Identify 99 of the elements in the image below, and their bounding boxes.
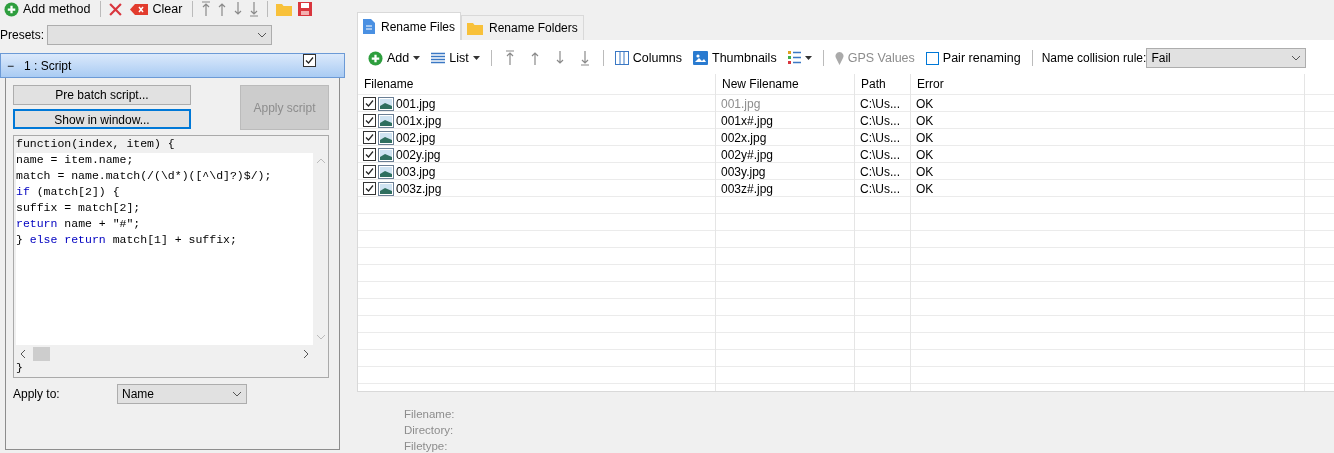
add-button[interactable]: Add <box>366 50 423 66</box>
clear-tag-icon <box>130 3 149 15</box>
plus-circle-icon <box>368 50 383 66</box>
table-cell: C:\Us... <box>860 112 900 129</box>
table-cell: 002y.jpg <box>396 146 441 163</box>
row-checkbox[interactable] <box>363 182 376 195</box>
enable-checkbox[interactable] <box>303 54 316 67</box>
code-line: match = name.match(/(\d*)([^\d]?)$/); <box>15 168 273 184</box>
delete-icon[interactable] <box>109 2 123 16</box>
move-up-icon[interactable] <box>217 1 228 17</box>
apply-to-label: Apply to: <box>13 386 61 403</box>
move-top-icon[interactable] <box>201 1 212 17</box>
table-cell: OK <box>916 129 934 146</box>
row-checkbox[interactable] <box>363 148 376 161</box>
caret-icon <box>804 56 812 60</box>
move-top-icon[interactable] <box>504 50 515 66</box>
caret-icon <box>472 56 480 60</box>
row-checkbox[interactable] <box>363 165 376 178</box>
table-cell: 003z#.jpg <box>721 180 774 197</box>
column-header[interactable]: Error <box>911 74 1305 95</box>
list-button[interactable]: List <box>429 50 482 66</box>
table-cell: C:\Us... <box>860 129 900 146</box>
column-header[interactable]: Path <box>855 74 911 95</box>
image-file-icon <box>378 147 394 162</box>
table-cell: OK <box>916 112 934 129</box>
table-cell: 002x.jpg <box>721 129 767 146</box>
table-cell: 001x.jpg <box>396 112 442 129</box>
row-checkbox[interactable] <box>363 131 376 144</box>
move-down-icon[interactable] <box>554 50 565 66</box>
detail-label: Directory: <box>404 423 455 438</box>
table-cell: 001.jpg <box>721 95 761 112</box>
code-line: if (match[2]) { <box>15 184 121 200</box>
save-icon[interactable] <box>298 2 313 16</box>
table-cell: C:\Us... <box>860 180 900 197</box>
view-button[interactable] <box>785 51 814 65</box>
column-header[interactable]: New Filename <box>716 74 855 95</box>
apply-to-dropdown[interactable]: Name <box>117 384 247 404</box>
pair-renaming-checkbox[interactable]: Pair renaming <box>923 50 1023 66</box>
table-cell: 001x#.jpg <box>721 112 774 129</box>
chevron-icon <box>257 32 267 38</box>
table-cell: 003z.jpg <box>396 180 442 197</box>
collision-rule-label: Name collision rule: <box>1041 50 1147 67</box>
image-file-icon <box>378 164 394 179</box>
detail-label: Filetype: <box>404 439 449 453</box>
move-bottom-icon[interactable] <box>579 50 590 66</box>
colored-list-icon <box>787 51 801 65</box>
columns-button[interactable]: Columns <box>612 50 685 66</box>
folder-icon <box>467 21 484 35</box>
columns-icon <box>614 51 629 65</box>
tab[interactable]: Rename Files <box>357 12 462 40</box>
table-cell: 003.jpg <box>396 163 436 180</box>
clear-button[interactable]: Clear <box>128 1 185 17</box>
caret-icon <box>413 56 421 60</box>
code-line: return name + "#"; <box>15 216 142 232</box>
list-icon <box>431 51 446 65</box>
table-cell: OK <box>916 95 934 112</box>
table-cell: OK <box>916 163 934 180</box>
chevron-icon <box>1291 55 1302 61</box>
image-file-icon <box>378 113 394 128</box>
image-file-icon <box>378 96 394 111</box>
code-line: suffix = match[2]; <box>15 200 142 216</box>
code-line: name = item.name; <box>15 152 135 168</box>
image-icon <box>693 51 709 65</box>
table-cell: OK <box>916 180 934 197</box>
table-cell: C:\Us... <box>860 163 900 180</box>
code-line: } else return match[1] + suffix; <box>15 232 238 248</box>
table-cell: 002.jpg <box>396 129 436 146</box>
detail-label: Filename: <box>404 407 456 422</box>
table-cell: 002y#.jpg <box>721 146 774 163</box>
method-title: 1 : Script <box>24 57 72 75</box>
table-cell: C:\Us... <box>860 146 900 163</box>
add-method-button[interactable]: Add method <box>2 1 93 17</box>
file-icon <box>363 19 375 34</box>
image-file-icon <box>378 181 394 196</box>
script-button[interactable]: Pre batch script... <box>13 85 191 105</box>
tab[interactable]: Rename Folders <box>461 15 584 40</box>
table-cell: 003y.jpg <box>721 163 766 180</box>
chevron-icon <box>232 391 242 397</box>
table-cell: 001.jpg <box>396 95 436 112</box>
table-cell: C:\Us... <box>860 95 900 112</box>
pin-icon <box>834 51 844 65</box>
image-file-icon <box>378 130 394 145</box>
move-up-icon[interactable] <box>529 50 540 66</box>
table-cell: OK <box>916 146 934 163</box>
script-button[interactable]: Show in window... <box>13 109 191 129</box>
code-line: function(index, item) { <box>15 136 176 152</box>
row-checkbox[interactable] <box>363 114 376 127</box>
column-header[interactable]: Filename <box>358 74 716 95</box>
collision-rule-dropdown[interactable]: Fail <box>1146 48 1307 68</box>
collapse-toggle[interactable]: − <box>7 56 14 75</box>
row-checkbox[interactable] <box>363 97 376 110</box>
method-header[interactable]: − 1 : Script <box>0 53 345 78</box>
thumbnails-button[interactable]: Thumbnails <box>691 50 779 66</box>
presets-dropdown[interactable] <box>47 25 272 45</box>
plus-circle-icon <box>4 1 19 17</box>
presets-label: Presets: <box>0 27 44 44</box>
move-bottom-icon[interactable] <box>249 1 260 17</box>
code-line: } <box>15 360 23 376</box>
move-down-icon[interactable] <box>233 1 244 17</box>
